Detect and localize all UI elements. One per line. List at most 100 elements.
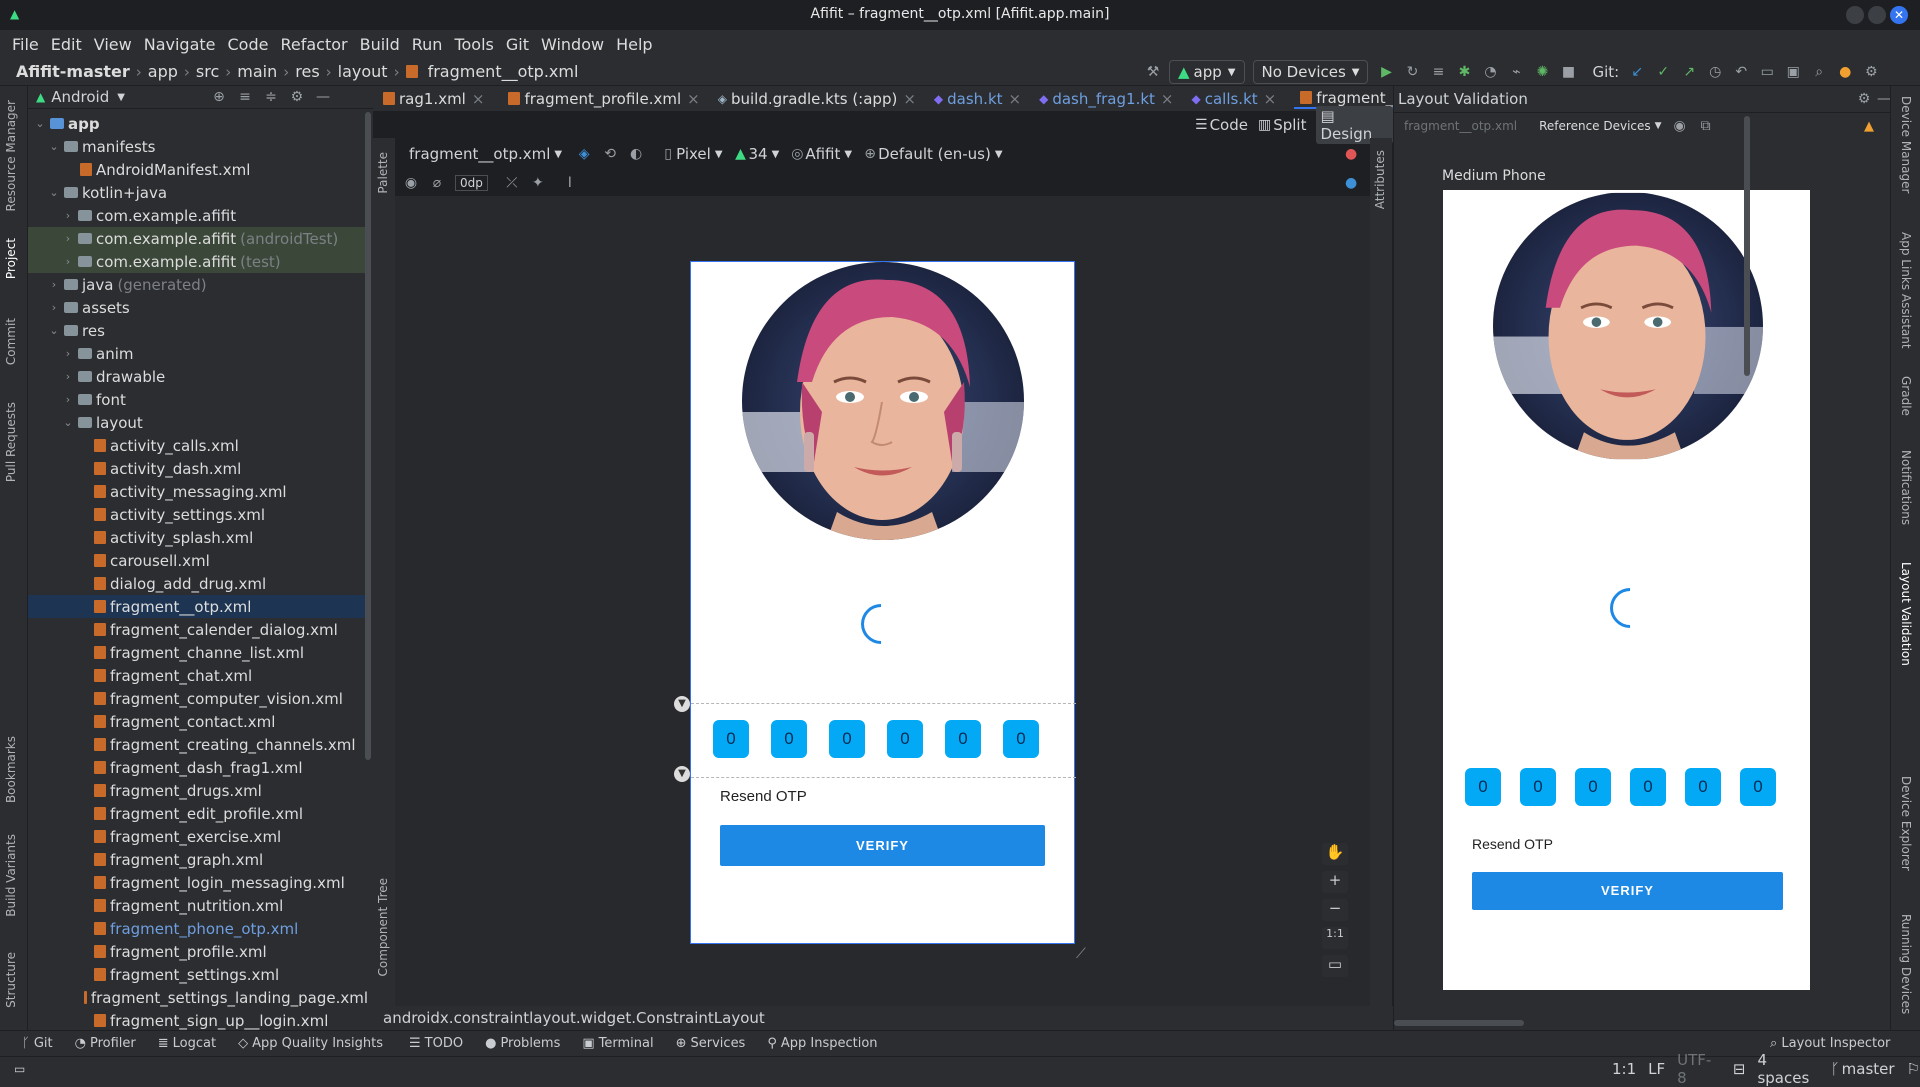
chevron-down-icon[interactable]: ⌄ [48, 186, 60, 199]
tree-item[interactable]: fragment_settings.xml [28, 963, 368, 986]
code-view-button[interactable]: Code [1210, 116, 1248, 134]
close-icon[interactable]: × [1264, 90, 1277, 108]
apply-changes-icon[interactable]: ≡ [1430, 64, 1446, 80]
tree-item[interactable]: activity_messaging.xml [28, 480, 368, 503]
error-icon[interactable]: ● [1345, 146, 1357, 162]
rollback-icon[interactable]: ↶ [1733, 64, 1749, 80]
tree-item[interactable]: activity_dash.xml [28, 457, 368, 480]
tree-item[interactable]: fragment_exercise.xml [28, 825, 368, 848]
otp-digit-box[interactable]: 0 [1740, 768, 1776, 806]
run-icon[interactable]: ▶ [1378, 64, 1394, 80]
tree-item[interactable]: ⌄ layout [28, 411, 368, 434]
tree-item[interactable]: ⌄ res [28, 319, 368, 342]
resend-otp-link[interactable]: Resend OTP [720, 788, 807, 805]
update-icon[interactable]: ● [1837, 64, 1853, 80]
tree-item[interactable]: activity_calls.xml [28, 434, 368, 457]
tree-item[interactable]: fragment_channe_list.xml [28, 641, 368, 664]
tree-item[interactable]: › drawable [28, 365, 368, 388]
breadcrumb-item[interactable]: main [237, 62, 277, 81]
run-config-select[interactable]: ▲ app ▼ [1169, 60, 1245, 84]
otp-digit-box[interactable]: 0 [771, 720, 807, 758]
chevron-down-icon[interactable]: ⌄ [34, 117, 46, 130]
clear-constraints-icon[interactable]: ⤫ [504, 175, 520, 191]
bottom-tab-git[interactable]: ᚴ Git [22, 1036, 53, 1051]
resource-manager-tab[interactable]: Resource Manager [4, 100, 18, 211]
chevron-right-icon[interactable]: › [62, 232, 74, 245]
chevron-down-icon[interactable]: ⌄ [62, 416, 74, 429]
bottom-tab-logcat[interactable]: ≣ Logcat [158, 1036, 216, 1051]
close-window-button[interactable]: ✕ [1890, 6, 1908, 24]
editor-tab[interactable]: ◆ dash_frag1.kt × [1039, 90, 1173, 108]
locale-select[interactable]: Default (en-us) [878, 145, 991, 163]
menu-item-view[interactable]: View [94, 35, 132, 54]
zoom-actual-size[interactable]: 1:1 [1322, 927, 1348, 949]
zoom-out-icon[interactable]: − [1322, 899, 1348, 921]
search-icon[interactable]: ⌕ [1811, 64, 1827, 80]
tree-item[interactable]: dialog_add_drug.xml [28, 572, 368, 595]
validation-preview[interactable]: 000000 Resend OTP VERIFY [1443, 190, 1810, 990]
help-icon[interactable]: ● [1345, 175, 1357, 191]
otp-digit-box[interactable]: 0 [1465, 768, 1501, 806]
breadcrumb-item[interactable]: layout [338, 62, 388, 81]
bottom-tab-profiler[interactable]: ◔ Profiler [75, 1036, 136, 1051]
bottom-tab-app-inspection[interactable]: ⚲ App Inspection [767, 1036, 877, 1051]
tree-item[interactable]: AndroidManifest.xml [28, 158, 368, 181]
bottom-tab-todo[interactable]: ☰ TODO [409, 1036, 463, 1051]
project-tab[interactable]: Project [4, 238, 18, 279]
gradle-tab[interactable]: Gradle [1899, 376, 1913, 416]
collapse-all-icon[interactable]: ≑ [263, 89, 279, 105]
tree-item[interactable]: fragment_drugs.xml [28, 779, 368, 802]
commit-tab[interactable]: Commit [4, 318, 18, 365]
tree-item[interactable]: fragment_settings_landing_page.xml [28, 986, 368, 1009]
tree-item[interactable]: ⌄ app [28, 112, 368, 135]
bottom-tab-problems[interactable]: ● Problems [485, 1036, 560, 1051]
history-icon[interactable]: ◷ [1707, 64, 1723, 80]
menu-item-refactor[interactable]: Refactor [280, 35, 347, 54]
tree-item[interactable]: fragment_contact.xml [28, 710, 368, 733]
editor-tab[interactable]: ◆ calls.kt × [1191, 90, 1276, 108]
copy-icon[interactable]: ⧉ [1698, 118, 1714, 134]
settings-icon[interactable]: ⚙ [1863, 64, 1879, 80]
guidelines-icon[interactable]: I [562, 175, 578, 191]
git-push-icon[interactable]: ↗ [1681, 64, 1697, 80]
validation-hscrollbar[interactable] [1394, 1020, 1524, 1026]
git-branch[interactable]: master [1842, 1060, 1895, 1078]
build-variants-tab[interactable]: Build Variants [4, 834, 18, 917]
split-view-button[interactable]: Split [1273, 116, 1306, 134]
tree-item[interactable]: › com.example.afifit (androidTest) [28, 227, 368, 250]
chevron-down-icon[interactable]: ⌄ [48, 140, 60, 153]
tree-item[interactable]: activity_splash.xml [28, 526, 368, 549]
otp-digit-box[interactable]: 0 [1630, 768, 1666, 806]
bug-icon[interactable]: ✺ [1534, 64, 1550, 80]
chevron-right-icon[interactable]: › [62, 209, 74, 222]
chevron-down-icon[interactable]: ▼ [117, 92, 125, 103]
otp-digit-box[interactable]: 0 [887, 720, 923, 758]
chevron-right-icon[interactable]: › [62, 255, 74, 268]
verify-button[interactable]: VERIFY [1472, 872, 1783, 910]
tree-item[interactable]: fragment_phone_otp.xml [28, 917, 368, 940]
hide-icon[interactable]: — [315, 89, 331, 105]
chevron-right-icon[interactable]: › [48, 301, 60, 314]
eye-icon[interactable]: ◉ [1672, 118, 1688, 134]
attributes-tab[interactable]: Attributes [1373, 150, 1387, 209]
editor-tab[interactable]: ◈ build.gradle.kts (:app) × [718, 90, 916, 108]
debug-icon[interactable]: ✱ [1456, 64, 1472, 80]
palette-tab[interactable]: Palette [376, 152, 390, 194]
otp-digit-box[interactable]: 0 [1003, 720, 1039, 758]
otp-digit-box[interactable]: 0 [945, 720, 981, 758]
zoom-fit-icon[interactable]: ▭ [1322, 955, 1348, 977]
rerun-icon[interactable]: ↻ [1404, 64, 1420, 80]
tree-item[interactable]: fragment_nutrition.xml [28, 894, 368, 917]
tree-item[interactable]: fragment_calender_dialog.xml [28, 618, 368, 641]
chevron-down-icon[interactable]: ▼ [674, 766, 690, 782]
otp-digit-box[interactable]: 0 [829, 720, 865, 758]
panel-toggle-icon[interactable]: ▭ [14, 1062, 25, 1076]
close-icon[interactable]: × [903, 90, 916, 108]
profile-icon[interactable]: ◔ [1482, 64, 1498, 80]
otp-digit-box[interactable]: 0 [1575, 768, 1611, 806]
notifications-tab[interactable]: Notifications [1899, 450, 1913, 525]
infer-constraints-icon[interactable]: ✦ [530, 175, 546, 191]
gear-icon[interactable]: ⚙ [1856, 91, 1872, 107]
notification-icon[interactable]: ⚐ [1907, 1060, 1920, 1078]
app-links-tab[interactable]: App Links Assistant [1899, 232, 1913, 349]
